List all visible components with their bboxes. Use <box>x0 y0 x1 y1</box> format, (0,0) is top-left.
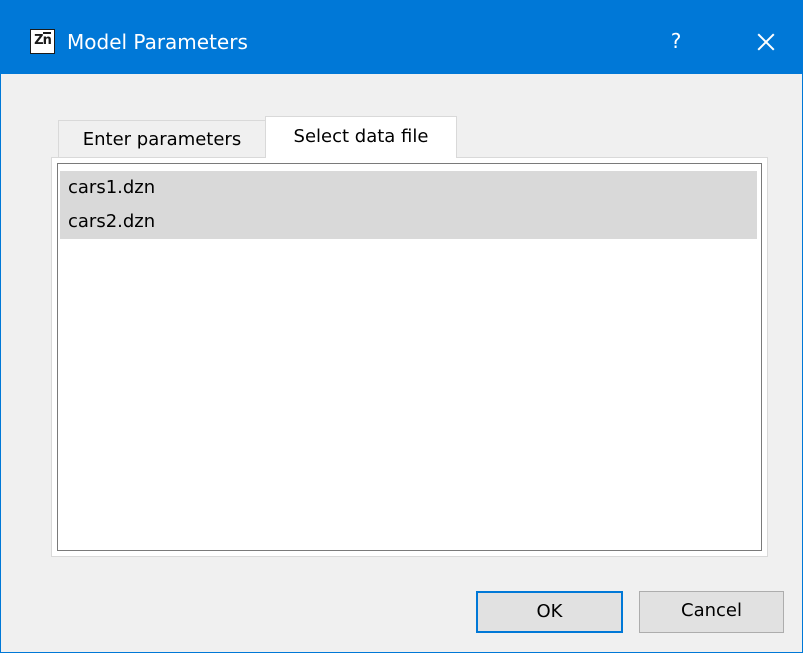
tab-select-data-file[interactable]: Select data file <box>265 116 457 158</box>
ok-button[interactable]: OK <box>476 591 623 633</box>
select-data-file-panel: cars1.dzn cars2.dzn <box>51 157 768 557</box>
title-bar[interactable]: Zn Model Parameters ? <box>1 0 802 74</box>
zn-app-icon: Zn <box>30 29 55 54</box>
tab-enter-parameters[interactable]: Enter parameters <box>58 120 266 158</box>
close-icon[interactable] <box>743 26 789 56</box>
app-icon-bar <box>43 32 51 34</box>
model-parameters-dialog: Zn Model Parameters ? Enter parameters S… <box>0 0 803 653</box>
list-item[interactable]: cars1.dzn <box>60 171 757 205</box>
list-item[interactable]: cars2.dzn <box>60 205 757 239</box>
app-icon-text: Zn <box>34 33 52 48</box>
data-file-list[interactable]: cars1.dzn cars2.dzn <box>57 163 762 551</box>
help-button[interactable]: ? <box>656 26 696 56</box>
dialog-title: Model Parameters <box>67 30 248 54</box>
cancel-button[interactable]: Cancel <box>639 591 784 633</box>
